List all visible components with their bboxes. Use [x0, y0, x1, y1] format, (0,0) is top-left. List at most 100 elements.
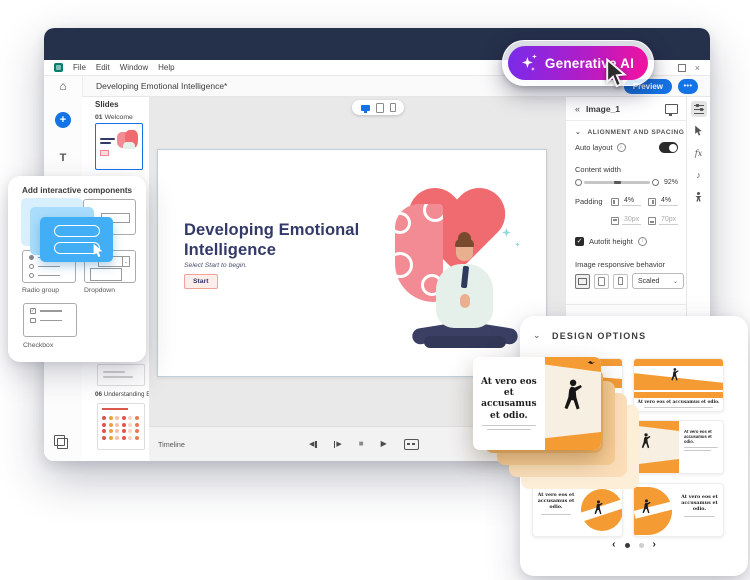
auto-layout-toggle[interactable]	[659, 142, 678, 153]
responsive-tablet-option[interactable]	[594, 273, 609, 289]
slides-panel-header: Slides	[95, 100, 119, 109]
autofit-label: Autofit height	[589, 237, 633, 246]
text-tool-icon[interactable]: T	[44, 152, 82, 164]
slide-canvas[interactable]: Developing Emotional Intelligence Select…	[157, 149, 547, 377]
padding-bottom-field[interactable]: 70px	[659, 216, 678, 225]
emoji-face	[128, 429, 132, 433]
auto-layout-row: Auto layout i	[575, 142, 678, 153]
app-logo-icon	[54, 63, 63, 72]
design-thumbnail[interactable]: At vero eos et accusamus et odio.	[633, 420, 724, 474]
closed-captions-icon[interactable]	[403, 438, 419, 450]
responsive-desktop-option[interactable]	[575, 273, 590, 289]
selected-object-name: Image_1	[586, 103, 621, 114]
responsive-behavior-select[interactable]: Scaled ⌄	[632, 273, 684, 289]
screen-icon[interactable]	[665, 103, 678, 116]
emoji-face	[115, 435, 119, 440]
emoji-face	[115, 429, 119, 433]
desktop-view-icon[interactable]	[360, 104, 370, 113]
padding-left-field[interactable]: 4%	[622, 197, 641, 206]
padding-row-2: 30px 70px	[575, 216, 678, 225]
design-thumbnail[interactable]: At vero eos et accusamus et odio.	[633, 483, 724, 537]
emoji-face	[115, 422, 119, 427]
skip-back-button[interactable]: ◀	[309, 440, 317, 448]
effects-tab-icon[interactable]: fx	[691, 145, 707, 161]
tablet-view-icon[interactable]	[375, 102, 384, 113]
slide-06-thumbnail[interactable]	[97, 403, 145, 450]
window-controls: ×	[677, 63, 700, 73]
phone-view-icon[interactable]	[389, 103, 396, 112]
carousel-next-icon[interactable]: ›	[653, 540, 656, 550]
emoji-face	[134, 416, 139, 420]
padding-right-field[interactable]: 4%	[659, 197, 678, 206]
emoji-face	[134, 435, 139, 440]
responsive-behavior-label: Image responsive behavior	[575, 260, 666, 269]
slide-01-thumbnail[interactable]	[95, 123, 143, 170]
timeline-label: Timeline	[158, 439, 185, 449]
emoji-face	[121, 435, 126, 440]
component-card-buttons-dragging[interactable]	[40, 217, 113, 262]
home-icon[interactable]: ⌂	[44, 79, 82, 93]
stop-button[interactable]: ■	[359, 440, 364, 448]
add-content-button[interactable]: +	[55, 112, 71, 128]
close-icon[interactable]: ×	[695, 63, 700, 73]
emoji-face	[108, 422, 113, 427]
responsive-phone-option[interactable]	[613, 273, 628, 289]
slide-01-label[interactable]: 01 Welcome	[95, 114, 133, 121]
chevron-down-icon: ⌄	[672, 278, 678, 285]
padding-right-icon	[648, 197, 656, 206]
slide-subtitle[interactable]: Select Start to begin.	[184, 262, 247, 269]
emoji-face	[102, 422, 106, 427]
carousel-prev-icon[interactable]: ‹	[612, 540, 615, 550]
step-forward-button[interactable]: ▶	[333, 440, 342, 448]
silhouette-figure	[668, 368, 680, 382]
emoji-face	[102, 429, 106, 433]
autofit-row: ✓ Autofit height i	[575, 237, 647, 246]
component-card-checkbox[interactable]: ✓	[23, 303, 77, 337]
section-alignment-spacing[interactable]: ⌄ ALIGNMENT AND SPACING	[575, 128, 684, 136]
menu-file[interactable]: File	[73, 63, 86, 72]
slide-05-thumbnail-partial[interactable]	[97, 364, 145, 386]
maximize-icon[interactable]	[677, 63, 686, 72]
content-width-label: Content width	[575, 165, 621, 174]
menu-help[interactable]: Help	[158, 63, 174, 72]
padding-bottom-icon	[648, 216, 656, 225]
design-card-dragging[interactable]: At vero eos et accusamus et odio.	[473, 357, 601, 450]
carousel-dot-active[interactable]	[624, 542, 630, 548]
emoji-face	[108, 429, 113, 433]
interactions-tab-icon[interactable]	[691, 123, 707, 139]
emoji-face	[121, 416, 126, 420]
design-thumbnail[interactable]: At vero eos et accusamus et odio.	[532, 483, 623, 537]
carousel-dot[interactable]	[638, 542, 644, 548]
emoji-face	[102, 435, 106, 440]
content-width-slider[interactable]	[584, 180, 650, 185]
silhouette-figure	[557, 379, 585, 413]
properties-tab-icon[interactable]	[690, 101, 707, 117]
emoji-face	[108, 416, 113, 420]
start-button[interactable]: Start	[184, 274, 218, 289]
mouse-cursor-icon	[604, 58, 628, 90]
chevron-down-icon: ⌄	[575, 129, 582, 136]
silhouette-figure	[638, 433, 652, 450]
menu-window[interactable]: Window	[120, 63, 148, 72]
design-thumbnail[interactable]: At vero eos et accusamus et odio.	[633, 358, 724, 412]
info-icon: i	[637, 237, 647, 246]
notes-icon[interactable]	[54, 435, 68, 449]
play-button[interactable]: ▶	[381, 440, 387, 448]
menu-edit[interactable]: Edit	[96, 63, 110, 72]
emoji-face	[134, 429, 139, 433]
autofit-checkbox[interactable]: ✓	[575, 237, 584, 246]
accessibility-tab-icon[interactable]	[691, 189, 707, 205]
emoji-face	[102, 416, 106, 420]
dropdown-label: Dropdown	[84, 287, 115, 294]
slide-title[interactable]: Developing Emotional Intelligence	[184, 220, 369, 260]
chevron-down-icon[interactable]: ⌄	[533, 330, 541, 341]
padding-top-field[interactable]: 30px	[622, 216, 641, 225]
generative-ai-button[interactable]: Generative AI	[502, 40, 654, 86]
padding-label: Padding	[575, 197, 603, 206]
audio-tab-icon[interactable]: ♪	[691, 167, 707, 183]
slider-end-handle[interactable]	[651, 179, 659, 186]
more-options-button[interactable]: •••	[678, 78, 698, 94]
collapse-panel-icon[interactable]: «	[575, 104, 580, 114]
slider-start-handle[interactable]	[575, 179, 582, 186]
emoji-face	[108, 435, 113, 440]
